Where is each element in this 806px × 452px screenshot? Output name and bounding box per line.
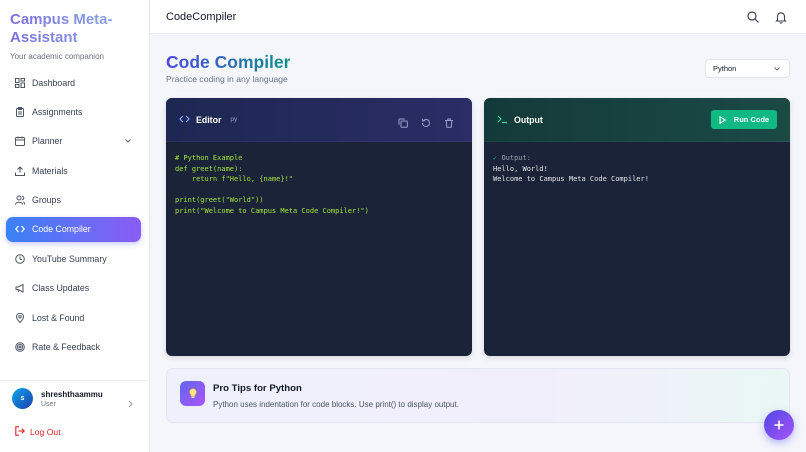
check-icon: ✓ — [493, 154, 498, 162]
map-pin-icon — [15, 312, 25, 323]
sidebar-item-materials[interactable]: Materials — [6, 158, 141, 183]
clock-icon — [15, 254, 25, 264]
sidebar-item-label: Class Updates — [32, 283, 90, 294]
user-name: shreshthaammu — [41, 389, 103, 399]
sidebar: Campus Meta-Assistant Your academic comp… — [0, 0, 150, 452]
sidebar-item-label: Materials — [32, 165, 68, 176]
chevron-down-icon — [773, 65, 781, 75]
bell-icon[interactable] — [774, 10, 788, 24]
clipboard-icon — [15, 106, 25, 117]
reset-icon[interactable] — [421, 115, 431, 127]
trash-icon[interactable] — [444, 115, 454, 128]
sidebar-item-assignments[interactable]: Assignments — [6, 99, 141, 124]
code-icon — [15, 224, 25, 234]
chevron-down-icon[interactable] — [124, 137, 132, 147]
output-console: ✓ Output: Hello, World! Welcome to Campus… — [493, 153, 649, 185]
dashboard-icon — [15, 77, 25, 88]
sidebar-item-label: Dashboard — [32, 77, 76, 88]
sidebar-item-class-updates[interactable]: Class Updates — [6, 276, 141, 301]
terminal-icon — [497, 111, 508, 129]
plus-icon — [774, 420, 784, 430]
calendar-icon — [15, 136, 25, 147]
sidebar-item-label: Code Compiler — [32, 224, 91, 235]
logout-icon — [15, 426, 25, 438]
logout-label: Log Out — [30, 427, 61, 437]
top-bar: CodeCompiler — [150, 0, 806, 34]
sidebar-item-label: Groups — [32, 195, 61, 206]
output-label: Output — [514, 114, 543, 125]
run-code-label: Run Code — [733, 115, 770, 124]
target-icon — [15, 342, 25, 352]
sidebar-item-lost-found[interactable]: Lost & Found — [6, 305, 141, 330]
sidebar-item-dashboard[interactable]: Dashboard — [6, 70, 141, 95]
users-icon — [15, 195, 25, 205]
pro-tips-card: Pro Tips for Python Python uses indentat… — [166, 368, 790, 423]
sidebar-item-groups[interactable]: Groups — [6, 188, 141, 213]
sidebar-item-planner[interactable]: Planner — [6, 129, 141, 154]
lightbulb-icon — [180, 381, 205, 406]
tips-text: Python uses indentation for code blocks.… — [213, 400, 459, 409]
sidebar-item-rate-feedback[interactable]: Rate & Feedback — [6, 335, 141, 360]
sidebar-item-code-compiler[interactable]: Code Compiler — [6, 216, 141, 242]
logout-button[interactable]: Log Out — [15, 426, 61, 438]
code-icon — [179, 111, 190, 129]
copy-icon[interactable] — [398, 115, 408, 128]
editor-panel: Editor py # Python Example def greet(nam… — [166, 98, 472, 356]
add-fab-button[interactable] — [764, 410, 794, 440]
language-select[interactable]: Python — [705, 59, 790, 78]
play-icon — [719, 115, 726, 124]
output-panel: Output Run Code ✓ Output: Hello, World! W… — [484, 98, 790, 356]
output-header: Output Run Code — [484, 98, 790, 142]
run-code-button[interactable]: Run Code — [711, 110, 777, 129]
upload-icon — [15, 165, 25, 176]
avatar: s — [12, 388, 33, 409]
page-subtitle: Practice coding in any language — [166, 74, 288, 84]
page-title: Code Compiler — [166, 52, 291, 72]
code-editor[interactable]: # Python Example def greet(name): return… — [175, 153, 369, 216]
sidebar-item-label: YouTube Summary — [32, 253, 107, 264]
sidebar-item-label: Assignments — [32, 106, 83, 117]
sidebar-item-label: Planner — [32, 136, 63, 147]
user-role: User — [41, 400, 56, 408]
sidebar-item-label: Rate & Feedback — [32, 342, 100, 353]
brand-title: Campus Meta-Assistant — [10, 11, 142, 47]
chevron-right-icon[interactable] — [127, 395, 134, 413]
sidebar-item-label: Lost & Found — [32, 312, 85, 323]
file-extension: py — [230, 116, 238, 123]
brand: Campus Meta-Assistant Your academic comp… — [10, 11, 142, 61]
output-text: Hello, World! Welcome to Campus Meta Cod… — [493, 164, 649, 184]
brand-subtitle: Your academic companion — [10, 52, 104, 61]
output-header-text: Output: — [501, 154, 531, 162]
editor-label: Editor — [196, 114, 222, 125]
user-profile[interactable]: s shreshthaammu User — [0, 380, 150, 416]
sidebar-nav: Dashboard Assignments Planner Materials — [6, 70, 141, 364]
sidebar-item-youtube-summary[interactable]: YouTube Summary — [6, 246, 141, 271]
topbar-title: CodeCompiler — [166, 11, 237, 23]
language-select-value: Python — [713, 64, 737, 73]
editor-header: Editor py — [166, 98, 472, 142]
tips-title: Pro Tips for Python — [213, 383, 302, 394]
megaphone-icon — [15, 283, 25, 294]
search-icon[interactable] — [746, 10, 760, 24]
